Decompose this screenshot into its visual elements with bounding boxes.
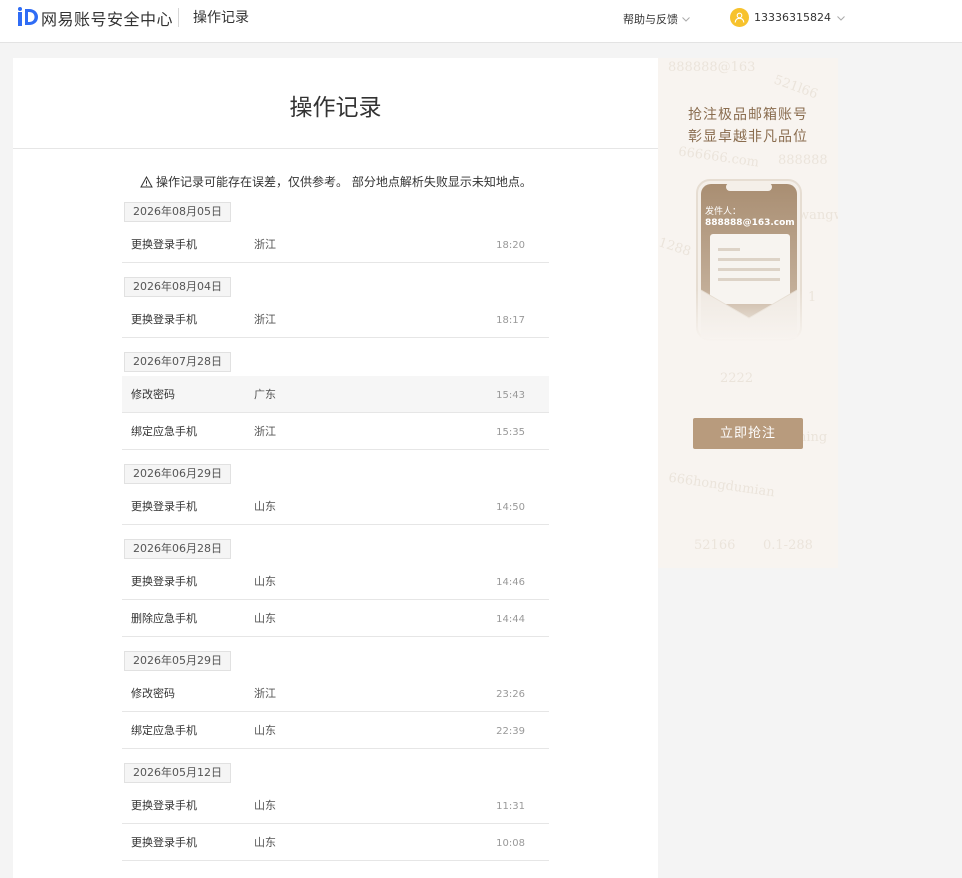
- record-operation: 更换登录手机: [131, 500, 197, 513]
- record-row[interactable]: 删除应急手机 山东 14:44: [122, 600, 549, 637]
- header-page-title: 操作记录: [193, 10, 249, 26]
- ad-title-line1: 抢注极品邮箱账号: [688, 107, 808, 123]
- logo-icon: [18, 7, 38, 26]
- top-header: 网易账号安全中心 操作记录 帮助与反馈 13336315824: [0, 0, 962, 43]
- record-location: 浙江: [254, 238, 276, 251]
- header-divider: [178, 8, 179, 27]
- record-location: 浙江: [254, 687, 276, 700]
- record-location: 广东: [254, 388, 276, 401]
- register-now-button[interactable]: 立即抢注: [693, 418, 803, 449]
- record-group: 2026年05月29日修改密码 浙江 23:26 绑定应急手机 山东 22:39: [122, 649, 549, 749]
- brand-name: 网易账号安全中心: [41, 10, 174, 29]
- record-operation: 更换登录手机: [131, 575, 197, 588]
- warning-icon: [140, 175, 153, 187]
- record-operation: 绑定应急手机: [131, 724, 197, 737]
- record-list: 2026年08月05日 更换登录手机 浙江 18:20 2026年08月04日 更换登录手…: [122, 200, 549, 861]
- record-row[interactable]: 更换登录手机 山东 14:46: [122, 563, 549, 600]
- date-tag: 2026年08月04日: [124, 277, 231, 297]
- ad-title: 抢注极品邮箱账号 彰显卓越非凡品位: [658, 104, 838, 148]
- record-row[interactable]: 更换登录手机 山东 10:08: [122, 824, 549, 861]
- record-operation: 修改密码: [131, 687, 175, 700]
- phone-mail-illustration: [696, 179, 802, 343]
- user-icon: [734, 12, 745, 23]
- record-time: 15:35: [496, 427, 525, 438]
- record-location: 山东: [254, 500, 276, 513]
- record-location: 浙江: [254, 313, 276, 326]
- operation-records-card: 操作记录 操作记录可能存在误差，仅供参考。 部分地点解析失败显示未知地点。 20…: [13, 58, 658, 878]
- date-tag: 2026年05月29日: [124, 651, 231, 671]
- record-row[interactable]: 更换登录手机 山东 11:31: [122, 787, 549, 824]
- date-tag: 2026年05月12日: [124, 763, 231, 783]
- date-tag: 2026年06月29日: [124, 464, 231, 484]
- record-operation: 删除应急手机: [131, 612, 197, 625]
- record-time: 22:39: [496, 726, 525, 737]
- record-location: 山东: [254, 575, 276, 588]
- record-row[interactable]: 更换登录手机 浙江 18:17: [122, 301, 549, 338]
- record-operation: 修改密码: [131, 388, 175, 401]
- record-row[interactable]: 更换登录手机 浙江 18:20: [122, 226, 549, 263]
- record-time: 10:08: [496, 838, 525, 849]
- title-divider: [13, 148, 658, 149]
- record-location: 山东: [254, 799, 276, 812]
- record-time: 14:50: [496, 502, 525, 513]
- record-time: 11:31: [496, 801, 525, 812]
- user-phone: 13336315824: [754, 11, 831, 24]
- record-row[interactable]: 修改密码 广东 15:43: [122, 376, 549, 413]
- premium-email-ad[interactable]: 888888@163 521l66 666666.com 888888 wang…: [658, 58, 838, 568]
- sender-email: 888888@163.com: [705, 218, 795, 228]
- record-time: 14:46: [496, 577, 525, 588]
- record-location: 山东: [254, 612, 276, 625]
- record-group: 2026年06月28日 更换登录手机 山东 14:46 删除应急手机 山东 14:44: [122, 537, 549, 637]
- record-group: 2026年07月28日修改密码 广东 15:43 绑定应急手机 浙江 15:35: [122, 350, 549, 450]
- record-row[interactable]: 更换登录手机 山东 14:50: [122, 488, 549, 525]
- ad-title-line2: 彰显卓越非凡品位: [688, 129, 808, 145]
- record-location: 浙江: [254, 425, 276, 438]
- date-tag: 2026年06月28日: [124, 539, 231, 559]
- record-operation: 更换登录手机: [131, 836, 197, 849]
- record-operation: 更换登录手机: [131, 799, 197, 812]
- record-group: 2026年05月12日 更换登录手机 山东 11:31 更换登录手机 山东 10:08: [122, 761, 549, 861]
- record-time: 18:17: [496, 315, 525, 326]
- date-tag: 2026年08月05日: [124, 202, 231, 222]
- notice: 操作记录可能存在误差，仅供参考。 部分地点解析失败显示未知地点。: [140, 173, 532, 190]
- user-menu[interactable]: 13336315824: [730, 8, 846, 27]
- record-time: 18:20: [496, 240, 525, 251]
- record-group: 2026年08月05日更换登录手机 浙江 18:20: [122, 200, 549, 263]
- record-operation: 更换登录手机: [131, 313, 197, 326]
- chevron-down-icon: [837, 15, 845, 21]
- help-feedback-menu[interactable]: 帮助与反馈: [623, 11, 691, 27]
- record-location: 山东: [254, 724, 276, 737]
- record-row[interactable]: 绑定应急手机 山东 22:39: [122, 712, 549, 749]
- chevron-down-icon: [682, 17, 690, 22]
- page-title: 操作记录: [289, 95, 382, 121]
- record-operation: 更换登录手机: [131, 238, 197, 251]
- record-operation: 绑定应急手机: [131, 425, 197, 438]
- record-row[interactable]: 修改密码 浙江 23:26: [122, 675, 549, 712]
- notice-text: 操作记录可能存在误差，仅供参考。 部分地点解析失败显示未知地点。: [156, 175, 532, 189]
- date-tag: 2026年07月28日: [124, 352, 231, 372]
- record-group: 2026年08月04日更换登录手机 浙江 18:17: [122, 275, 549, 338]
- sender-label: 发件人：: [705, 207, 742, 217]
- help-feedback-label: 帮助与反馈: [623, 13, 678, 26]
- record-time: 14:44: [496, 614, 525, 625]
- avatar: [730, 8, 749, 27]
- record-row[interactable]: 绑定应急手机 浙江 15:35: [122, 413, 549, 450]
- netease-id-logo[interactable]: [17, 6, 39, 28]
- record-group: 2026年06月29日更换登录手机 山东 14:50: [122, 462, 549, 525]
- record-location: 山东: [254, 836, 276, 849]
- record-time: 23:26: [496, 689, 525, 700]
- record-time: 15:43: [496, 390, 525, 401]
